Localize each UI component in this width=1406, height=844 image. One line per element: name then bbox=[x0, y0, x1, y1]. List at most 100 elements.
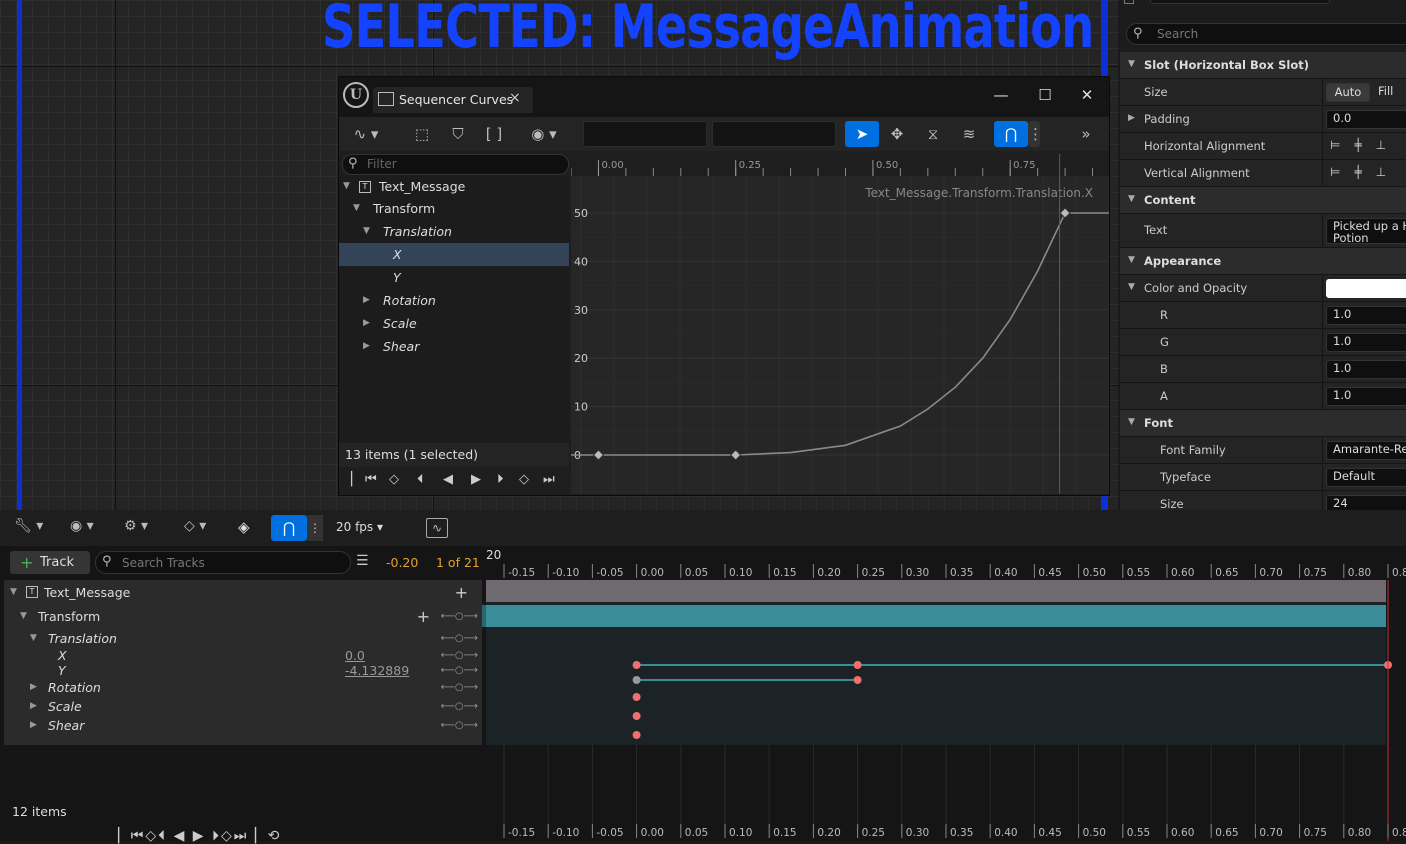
property-value[interactable]: 1.0 bbox=[1326, 360, 1406, 379]
track-rotation[interactable]: ▶ Rotation ⟵○⟶ bbox=[4, 678, 482, 697]
prev-keyframe-icon[interactable]: ◇ bbox=[389, 472, 399, 487]
expand-arrow-icon[interactable]: ▶ bbox=[30, 716, 37, 735]
tree-item-text-message[interactable]: ▼ T Text_Message bbox=[339, 175, 569, 198]
property-value[interactable]: 1.0 bbox=[1326, 306, 1406, 325]
key-navigation-icon[interactable]: ⟵○⟶ bbox=[441, 607, 478, 626]
jump-to-end-icon[interactable]: ⏭ bbox=[543, 472, 555, 487]
collapse-arrow-icon[interactable]: ▼ bbox=[1128, 59, 1135, 69]
details-category[interactable]: ▼ Content bbox=[1120, 187, 1406, 214]
details-property[interactable]: Vertical Alignment ⊨╪⊥ bbox=[1120, 160, 1406, 187]
track-transform[interactable]: ▼ Transform + ⟵○⟶ bbox=[4, 607, 482, 626]
color-swatch[interactable] bbox=[1326, 279, 1406, 298]
tree-item-rotation[interactable]: ▶ Rotation bbox=[339, 289, 569, 312]
open-curve-editor-icon[interactable]: ∿ bbox=[426, 518, 448, 538]
tree-item-x[interactable]: X bbox=[339, 243, 569, 266]
details-property[interactable]: ▼ Color and Opacity bbox=[1120, 275, 1406, 302]
retime-tool-icon[interactable]: ⧖ bbox=[920, 121, 946, 147]
key-diamond-icon[interactable]: ◇ ▾ bbox=[184, 518, 206, 534]
expand-arrow-icon[interactable]: ▶ bbox=[363, 289, 370, 312]
curve-view-mode-icon[interactable]: ∿ ▾ bbox=[347, 121, 385, 147]
snapping-magnet-icon[interactable]: ⋂ bbox=[271, 515, 307, 541]
collapse-arrow-icon[interactable]: ▼ bbox=[353, 197, 360, 220]
details-property[interactable]: Horizontal Alignment ⊨╪⊥ bbox=[1120, 133, 1406, 160]
tree-item-y[interactable]: Y bbox=[339, 266, 569, 289]
filter-icon[interactable]: ☰ bbox=[356, 553, 369, 569]
key-navigation-icon[interactable]: ⟵○⟶ bbox=[441, 697, 478, 716]
step-forward-icon[interactable]: ⏵ bbox=[497, 472, 504, 487]
key-value-field[interactable] bbox=[712, 121, 836, 147]
collapse-arrow-icon[interactable]: ▼ bbox=[363, 220, 370, 243]
property-value[interactable]: 1.0 bbox=[1326, 333, 1406, 352]
sequencer-transport-controls[interactable]: ▏⏮◇⏴ ◀ ▶ ⏵◇⏭ ▏⟲ bbox=[118, 828, 281, 844]
search-tracks-input[interactable]: ⚲ Search Tracks bbox=[95, 551, 351, 574]
sequencer-ruler[interactable]: -0.15 -0.10 -0.05 0.00 0.05 0.10 0.15 0.20 0.25 0… bbox=[486, 562, 1406, 580]
property-value[interactable]: 1.0 bbox=[1326, 387, 1406, 406]
expand-arrow-icon[interactable]: ▶ bbox=[363, 335, 370, 358]
frame-selection-icon[interactable]: ⛉ bbox=[445, 121, 471, 147]
collapse-arrow-icon[interactable]: ▼ bbox=[20, 607, 27, 626]
snapping-magnet-icon[interactable]: ⋂ bbox=[994, 121, 1028, 147]
key-navigation-icon[interactable]: ⟵○⟶ bbox=[441, 716, 478, 735]
tree-item-shear[interactable]: ▶ Shear bbox=[339, 335, 569, 358]
details-property[interactable]: G 1.0 bbox=[1120, 329, 1406, 356]
window-titlebar[interactable]: U Sequencer Curves × — ☐ ✕ bbox=[339, 77, 1109, 117]
jump-to-start-icon[interactable]: ▏ bbox=[351, 472, 361, 487]
select-tool-icon[interactable]: ➤ bbox=[845, 121, 879, 147]
tree-item-scale[interactable]: ▶ Scale bbox=[339, 312, 569, 335]
multi-scale-tool-icon[interactable]: ≋ bbox=[956, 121, 982, 147]
alignment-buttons[interactable]: ⊨╪⊥ bbox=[1330, 165, 1400, 179]
track-scale[interactable]: ▶ Scale ⟵○⟶ bbox=[4, 697, 482, 716]
details-property[interactable]: ▶ Padding 0.0 bbox=[1120, 106, 1406, 133]
close-window-button[interactable]: ✕ bbox=[1073, 84, 1101, 106]
auto-key-icon[interactable]: ◈ bbox=[238, 518, 250, 536]
frame-all-icon[interactable]: [ ] bbox=[481, 121, 507, 147]
details-property[interactable]: B 1.0 bbox=[1120, 356, 1406, 383]
visibility-eye-icon[interactable]: ◉ ▾ bbox=[525, 121, 563, 147]
actions-gear-icon[interactable]: ⚙ ▾ bbox=[124, 518, 148, 534]
next-keyframe-icon[interactable]: ◇ bbox=[519, 472, 529, 487]
size-auto-button[interactable]: Auto bbox=[1326, 83, 1370, 102]
add-icon[interactable]: + bbox=[455, 583, 468, 602]
visibility-eye-icon[interactable]: ◉ ▾ bbox=[70, 518, 94, 534]
current-time[interactable]: -0.20 bbox=[386, 555, 418, 570]
add-icon[interactable]: + bbox=[417, 607, 430, 626]
tree-item-transform[interactable]: ▼ Transform bbox=[339, 197, 569, 220]
details-property[interactable]: Size Auto Fill bbox=[1120, 79, 1406, 106]
snapping-options-icon[interactable]: ⋮ bbox=[1028, 121, 1043, 147]
prev-key-icon[interactable]: ⏮ bbox=[365, 472, 377, 487]
fps-dropdown[interactable]: 20 fps ▾ bbox=[336, 520, 383, 534]
snapping-options-icon[interactable]: ⋮ bbox=[307, 515, 323, 541]
track-text-message[interactable]: ▼ T Text_Message + bbox=[4, 583, 482, 602]
details-property[interactable]: Size 24 bbox=[1120, 491, 1406, 510]
details-property[interactable]: R 1.0 bbox=[1120, 302, 1406, 329]
curve-filter-input[interactable]: ⚲ Filter bbox=[342, 154, 569, 175]
collapse-arrow-icon[interactable]: ▼ bbox=[343, 175, 350, 198]
size-fill-button[interactable]: Fill bbox=[1372, 83, 1406, 102]
key-navigation-icon[interactable]: ⟵○⟶ bbox=[441, 678, 478, 697]
expand-arrow-icon[interactable]: ▶ bbox=[363, 312, 370, 335]
add-track-button[interactable]: + Track bbox=[10, 551, 90, 574]
wrench-icon[interactable]: 🔧︎ ▾ bbox=[14, 518, 43, 534]
details-property[interactable]: Font Family Amarante-Reg bbox=[1120, 437, 1406, 464]
details-category[interactable]: ▼ Slot (Horizontal Box Slot) bbox=[1120, 52, 1406, 79]
tree-item-translation[interactable]: ▼ Translation bbox=[339, 220, 569, 243]
details-category[interactable]: ▼ Font bbox=[1120, 410, 1406, 437]
close-tab-icon[interactable]: × bbox=[509, 90, 521, 106]
tab-sequencer-curves[interactable]: Sequencer Curves × bbox=[373, 87, 533, 113]
sequencer-ruler-bottom[interactable]: -0.15 -0.10 -0.05 0.00 0.05 0.10 0.15 0.20 0.25 0… bbox=[486, 822, 1406, 840]
details-search-input[interactable]: ⚲ Search bbox=[1126, 23, 1406, 45]
collapse-arrow-icon[interactable]: ▼ bbox=[10, 583, 17, 602]
details-property[interactable]: Typeface Default bbox=[1120, 464, 1406, 491]
property-value[interactable]: Amarante-Reg bbox=[1326, 441, 1406, 460]
property-value[interactable]: 0.0 bbox=[1326, 110, 1406, 129]
maximize-button[interactable]: ☐ bbox=[1031, 84, 1059, 106]
collapse-arrow-icon[interactable]: ▼ bbox=[1128, 282, 1135, 292]
details-property[interactable]: Text Picked up a He Potion bbox=[1120, 214, 1406, 248]
collapse-arrow-icon[interactable]: ▼ bbox=[1128, 255, 1135, 265]
play-icon[interactable]: ▶ bbox=[471, 472, 481, 487]
track-shear[interactable]: ▶ Shear ⟵○⟶ bbox=[4, 716, 482, 735]
details-category[interactable]: ▼ Appearance bbox=[1120, 248, 1406, 275]
step-back-icon[interactable]: ⏴ bbox=[417, 472, 424, 487]
key-time-field[interactable] bbox=[583, 121, 707, 147]
curve-graph[interactable]: 0.00 0.25 0.50 0.75 50 40 30 20 10 0 Text_Message.… bbox=[571, 154, 1109, 494]
